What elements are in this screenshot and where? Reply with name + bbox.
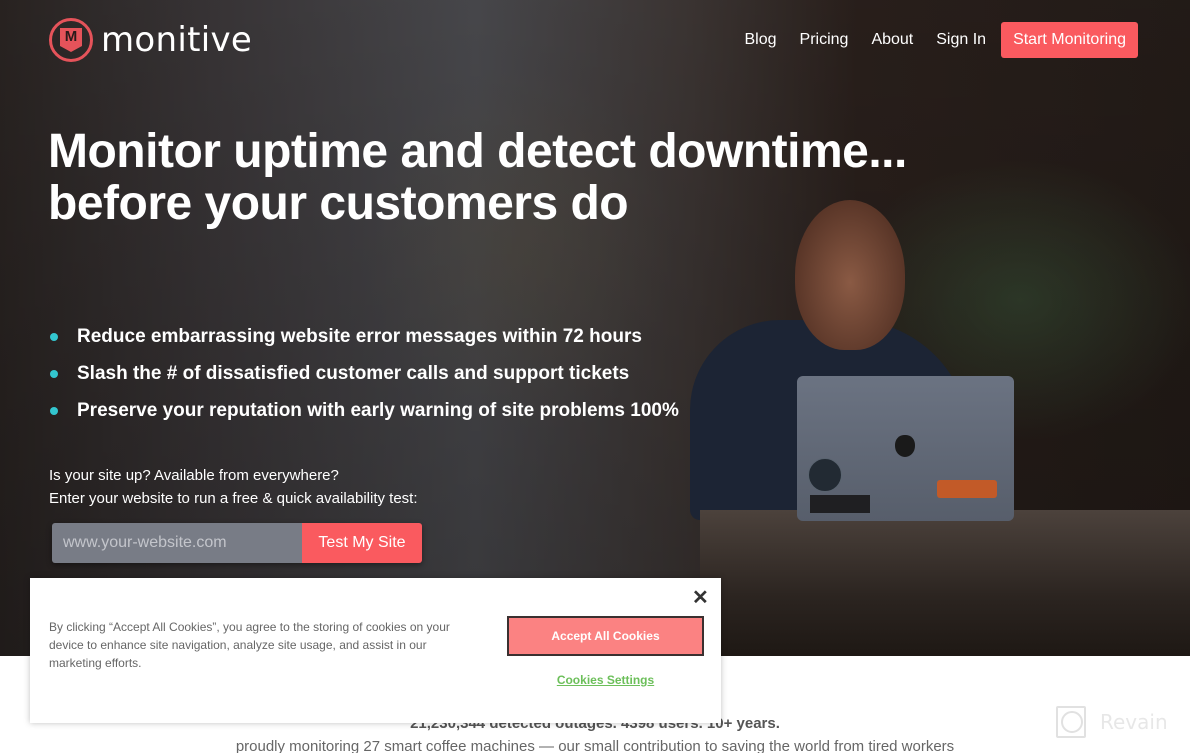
- benefit-item: Preserve your reputation with early warn…: [50, 392, 679, 429]
- benefit-text: Slash the # of dissatisfied customer cal…: [77, 363, 630, 384]
- hero-headline: Monitor uptime and detect downtime... be…: [48, 126, 907, 230]
- nav-link-about[interactable]: About: [871, 31, 913, 49]
- bullet-dot-icon: [50, 406, 58, 415]
- hero-photo-table: [700, 510, 1190, 656]
- nav-link-blog[interactable]: Blog: [745, 31, 777, 49]
- headline-line-2: before your customers do: [48, 177, 629, 230]
- top-nav: Blog Pricing About Sign In Start Monitor…: [722, 22, 1138, 58]
- nav-link-pricing[interactable]: Pricing: [800, 31, 849, 49]
- brand-logo[interactable]: M monitive: [49, 18, 252, 62]
- test-prompt-line-2: Enter your website to run a free & quick…: [49, 490, 418, 507]
- revain-text: Revain: [1100, 710, 1168, 734]
- logo-letter: M: [60, 28, 82, 52]
- logo-text: monitive: [101, 20, 253, 60]
- laptop-sticker-dark: [810, 495, 870, 513]
- benefit-item: Slash the # of dissatisfied customer cal…: [50, 355, 679, 392]
- benefit-text: Preserve your reputation with early warn…: [77, 400, 679, 421]
- laptop-sticker-orange: [937, 480, 997, 498]
- website-url-input[interactable]: [52, 523, 302, 563]
- test-prompt-line-1: Is your site up? Available from everywhe…: [49, 467, 339, 484]
- benefit-list: Reduce embarrassing website error messag…: [50, 318, 679, 429]
- logo-shield-icon: M: [49, 18, 93, 62]
- revain-logo-icon: [1056, 706, 1086, 738]
- revain-watermark: Revain: [1056, 706, 1168, 738]
- cookie-consent-text: By clicking “Accept All Cookies”, you ag…: [49, 620, 450, 670]
- laptop-sticker-round: [808, 458, 842, 492]
- start-monitoring-button[interactable]: Start Monitoring: [1001, 22, 1138, 58]
- close-icon[interactable]: ✕: [692, 588, 709, 608]
- hero-section: M monitive Blog Pricing About Sign In St…: [0, 0, 1190, 656]
- nav-link-sign-in[interactable]: Sign In: [936, 31, 986, 49]
- headline-line-1: Monitor uptime and detect downtime...: [48, 125, 907, 178]
- test-my-site-button[interactable]: Test My Site: [302, 523, 422, 563]
- bullet-dot-icon: [50, 369, 58, 378]
- cookies-settings-link[interactable]: Cookies Settings: [507, 673, 704, 687]
- bullet-dot-icon: [50, 332, 58, 341]
- cookie-consent-banner: By clicking “Accept All Cookies”, you ag…: [30, 578, 721, 723]
- benefit-text: Reduce embarrassing website error messag…: [77, 326, 642, 347]
- availability-test-form: Test My Site: [52, 523, 422, 563]
- accept-all-cookies-button[interactable]: Accept All Cookies: [507, 616, 704, 656]
- benefit-item: Reduce embarrassing website error messag…: [50, 318, 679, 355]
- availability-test-prompt: Is your site up? Available from everywhe…: [49, 464, 418, 510]
- stats-subtext: proudly monitoring 27 smart coffee machi…: [235, 738, 955, 753]
- apple-logo-icon: [895, 435, 915, 457]
